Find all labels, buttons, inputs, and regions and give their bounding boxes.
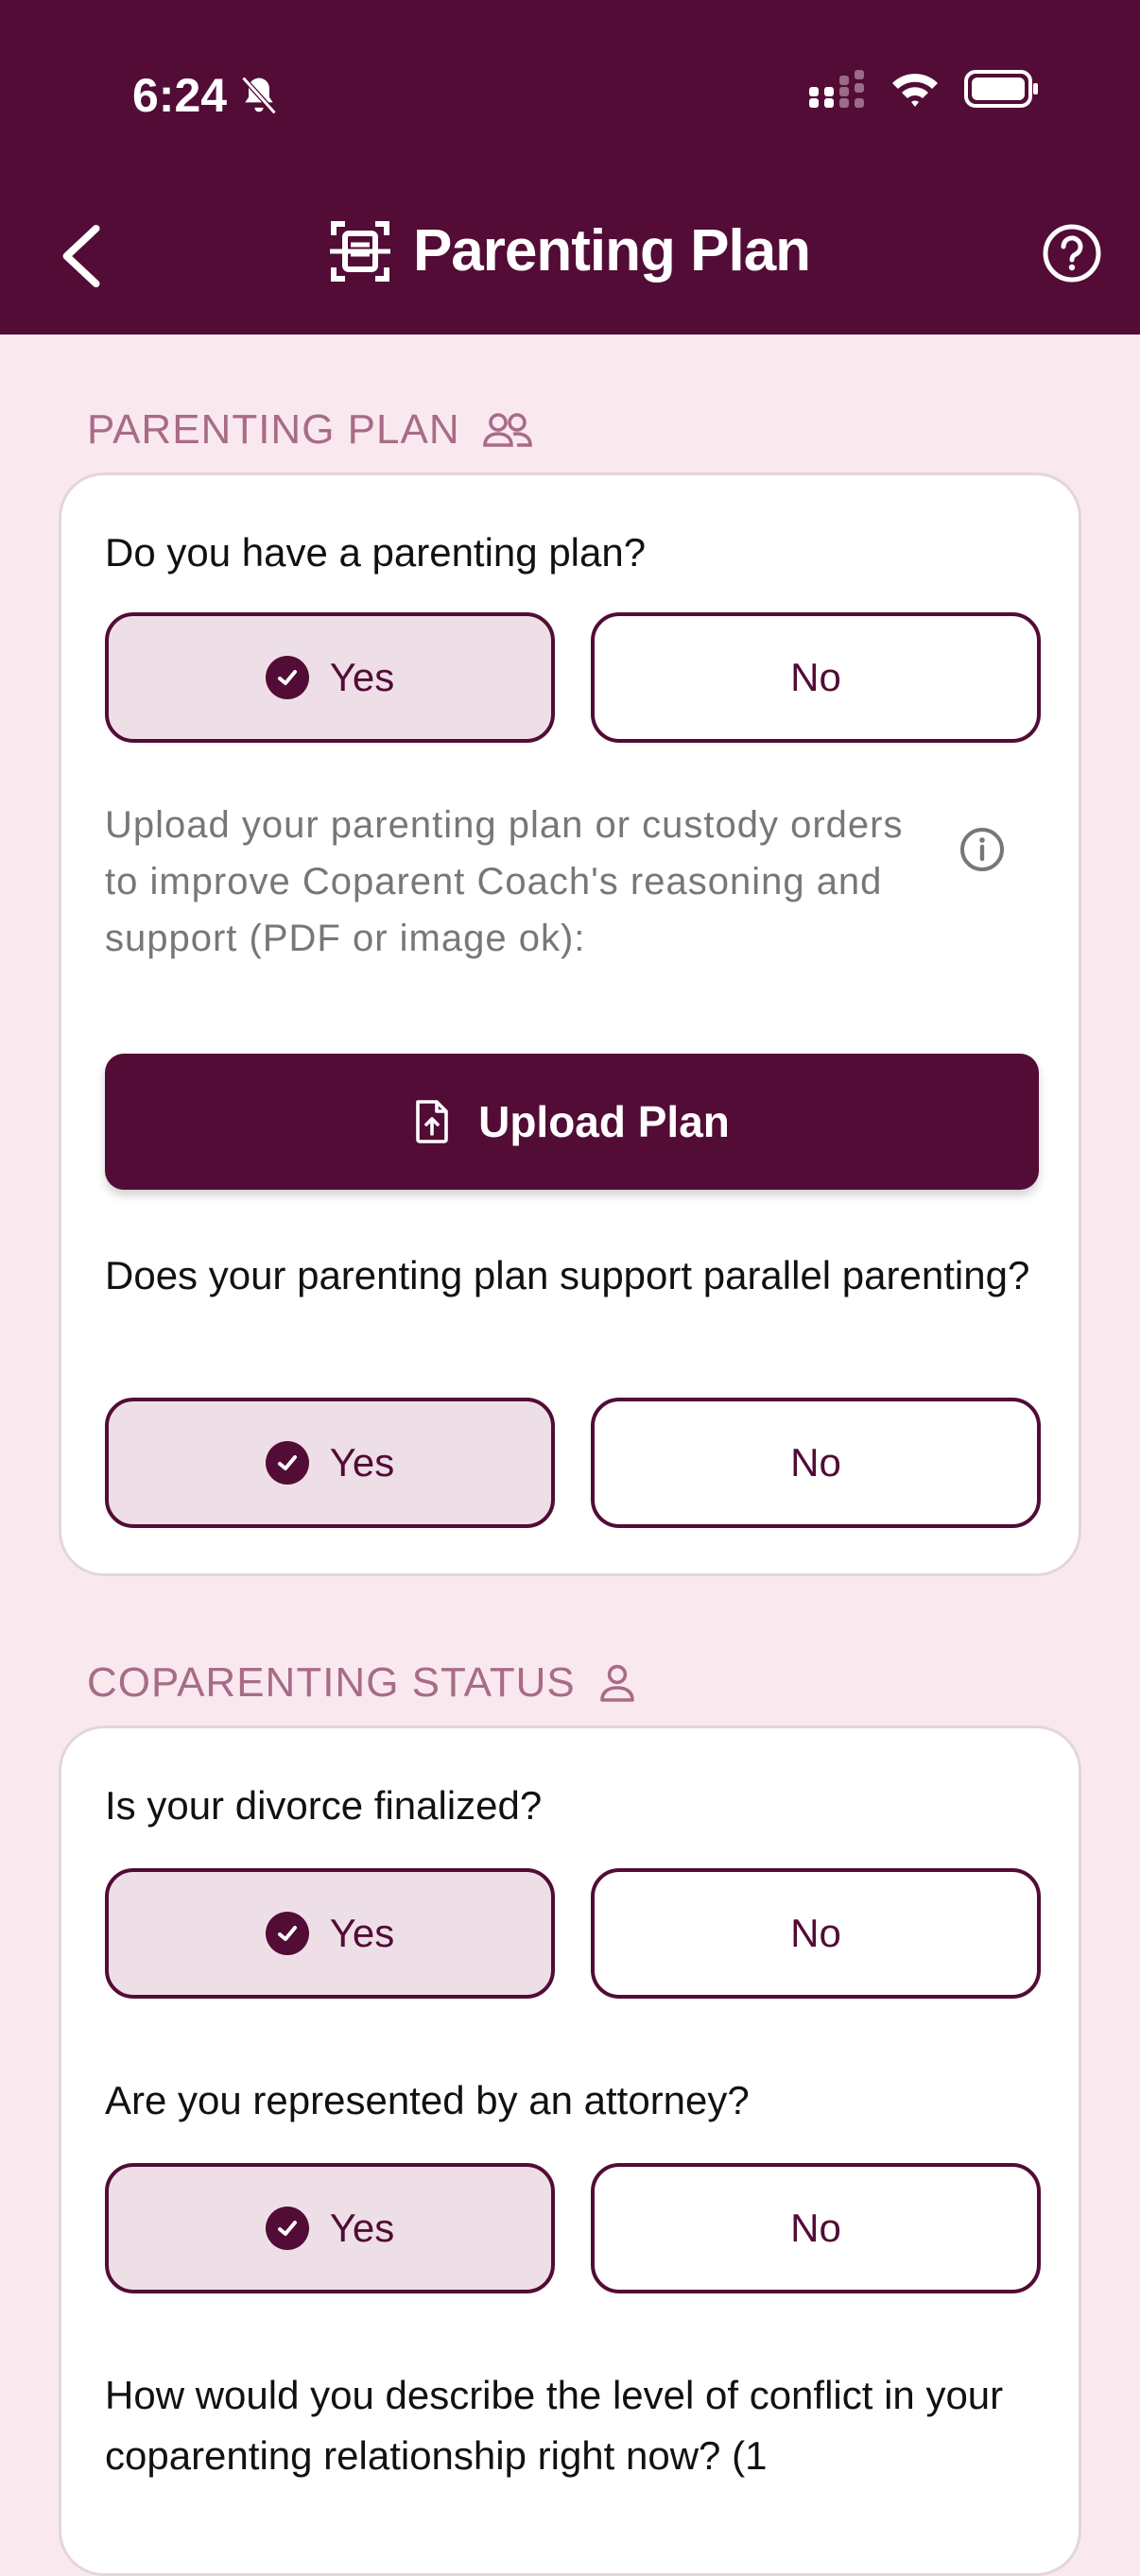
check-circle-icon [265, 1912, 309, 1955]
wifi-icon [892, 74, 938, 107]
check-circle-icon [265, 656, 309, 699]
people-icon [482, 413, 532, 447]
help-icon[interactable] [1042, 223, 1102, 283]
choice-label: No [790, 1440, 841, 1485]
choice-label: Yes [329, 2206, 395, 2250]
person-icon [599, 1664, 634, 1702]
choice-label: No [790, 2206, 841, 2250]
upload-plan-button[interactable]: Upload Plan [105, 1054, 1039, 1190]
attorney-yes-button[interactable]: Yes [105, 2163, 555, 2293]
have-plan-yes-button[interactable]: Yes [105, 612, 555, 743]
question-have-plan: Do you have a parenting plan? [105, 530, 647, 575]
choice-label: Yes [329, 1440, 395, 1485]
question-conflict-level: How would you describe the level of conf… [105, 2373, 1004, 2478]
status-bar-right [809, 70, 1040, 108]
upload-helper-text: Upload your parenting plan or custody or… [105, 804, 904, 959]
section-title: PARENTING PLAN [87, 406, 460, 453]
info-icon[interactable] [959, 827, 1005, 872]
upload-plan-label: Upload Plan [478, 1097, 730, 1146]
divorce-finalized-yes-button[interactable]: Yes [105, 1868, 555, 1999]
section-header-coparenting-status: COPARENTING STATUS [87, 1659, 636, 1707]
coparenting-status-card: Is your divorce finalized? Yes No Are yo… [59, 1726, 1081, 2576]
choice-label: Yes [329, 1911, 395, 1955]
choice-label: No [790, 655, 841, 699]
parenting-plan-card: Do you have a parenting plan? Yes No Upl… [59, 472, 1081, 1576]
page-title: Parenting Plan [412, 218, 811, 283]
parallel-parenting-no-button[interactable]: No [591, 1398, 1041, 1528]
status-bar-left: 6:24 [132, 68, 280, 123]
attorney-choices: Yes No [105, 2163, 1041, 2293]
check-circle-icon [265, 2207, 309, 2250]
question-parallel-parenting: Does your parenting plan support paralle… [105, 1253, 1030, 1297]
have-plan-choices: Yes No [105, 612, 1041, 743]
choice-label: No [790, 1911, 841, 1955]
nav-title-group: Parenting Plan [0, 217, 1140, 284]
parallel-parenting-choices: Yes No [105, 1398, 1041, 1528]
divorce-finalized-choices: Yes No [105, 1868, 1041, 1999]
document-scan-icon [329, 220, 390, 282]
question-attorney: Are you represented by an attorney? [105, 2078, 750, 2122]
have-plan-no-button[interactable]: No [591, 612, 1041, 743]
file-upload-icon [416, 1100, 448, 1143]
signal-icon [809, 70, 864, 108]
check-circle-icon [265, 1441, 309, 1485]
attorney-no-button[interactable]: No [591, 2163, 1041, 2293]
section-title: COPARENTING STATUS [87, 1659, 576, 1706]
question-divorce-finalized: Is your divorce finalized? [105, 1783, 543, 1828]
battery-icon [964, 70, 1038, 108]
app-header: 6:24 Parenting Plan [0, 0, 1140, 335]
status-time: 6:24 [132, 69, 228, 122]
divorce-finalized-no-button[interactable]: No [591, 1868, 1041, 1999]
choice-label: Yes [329, 655, 395, 699]
bell-off-icon [241, 76, 277, 115]
parallel-parenting-yes-button[interactable]: Yes [105, 1398, 555, 1528]
section-header-parenting-plan: PARENTING PLAN [87, 406, 532, 454]
